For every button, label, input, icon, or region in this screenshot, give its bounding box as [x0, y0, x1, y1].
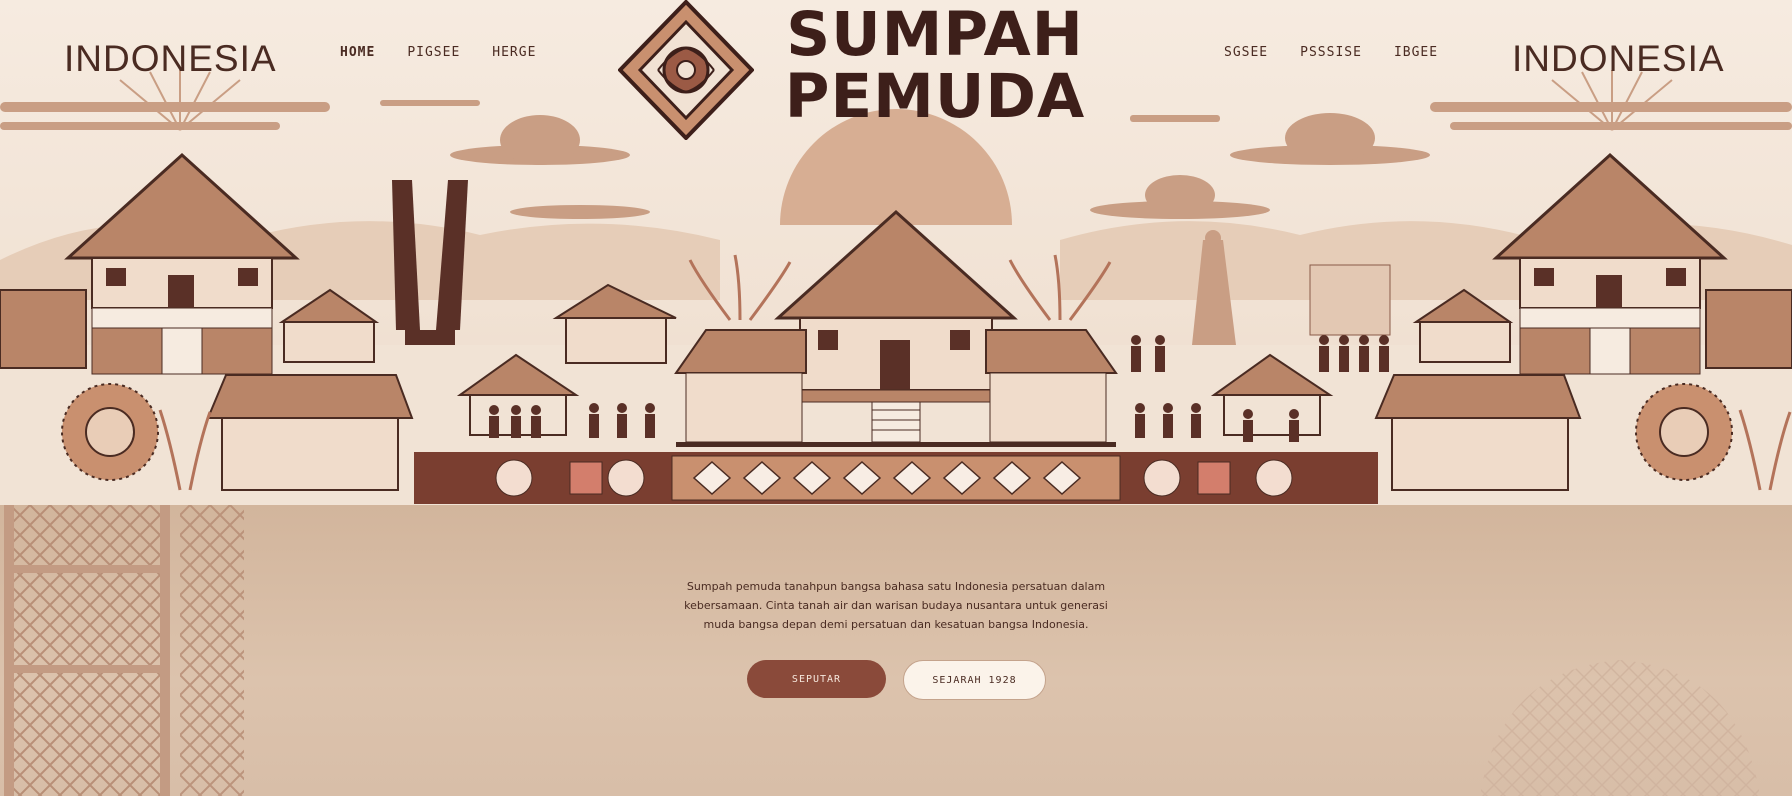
nav-item-3[interactable]: HERGE: [492, 45, 536, 60]
nav-item-2[interactable]: PIGSEE: [407, 45, 460, 60]
title-line-2: PEMUDA: [784, 61, 1086, 132]
garuda-emblem-icon: [618, 0, 754, 140]
hero-banner: INDONESIA INDONESIA HOME PIGSEE HERGE SG…: [0, 0, 1792, 505]
page-title: SUMPAH PEMUDA: [765, 4, 1105, 128]
secondary-cta-button[interactable]: SEJARAH 1928: [903, 660, 1046, 700]
hero-description: Sumpah pemuda tanahpun bangsa bahasa sat…: [684, 580, 1108, 631]
nav-right: SGSEE PSSSISE IBGEE: [1224, 45, 1438, 60]
nav-item-6[interactable]: IBGEE: [1394, 45, 1438, 60]
brand-left[interactable]: INDONESIA: [64, 38, 277, 80]
nav-item-4[interactable]: SGSEE: [1224, 45, 1268, 60]
primary-cta-button[interactable]: SEPUTAR: [747, 660, 886, 698]
brand-right[interactable]: INDONESIA: [1512, 38, 1725, 80]
decorative-pattern: [1480, 660, 1760, 796]
lattice-pattern: [4, 505, 244, 796]
title-line-1: SUMPAH: [786, 0, 1084, 70]
nav-left: HOME PIGSEE HERGE: [340, 45, 536, 60]
nav-item-home[interactable]: HOME: [340, 45, 375, 60]
nav-item-5[interactable]: PSSSISE: [1300, 45, 1362, 60]
